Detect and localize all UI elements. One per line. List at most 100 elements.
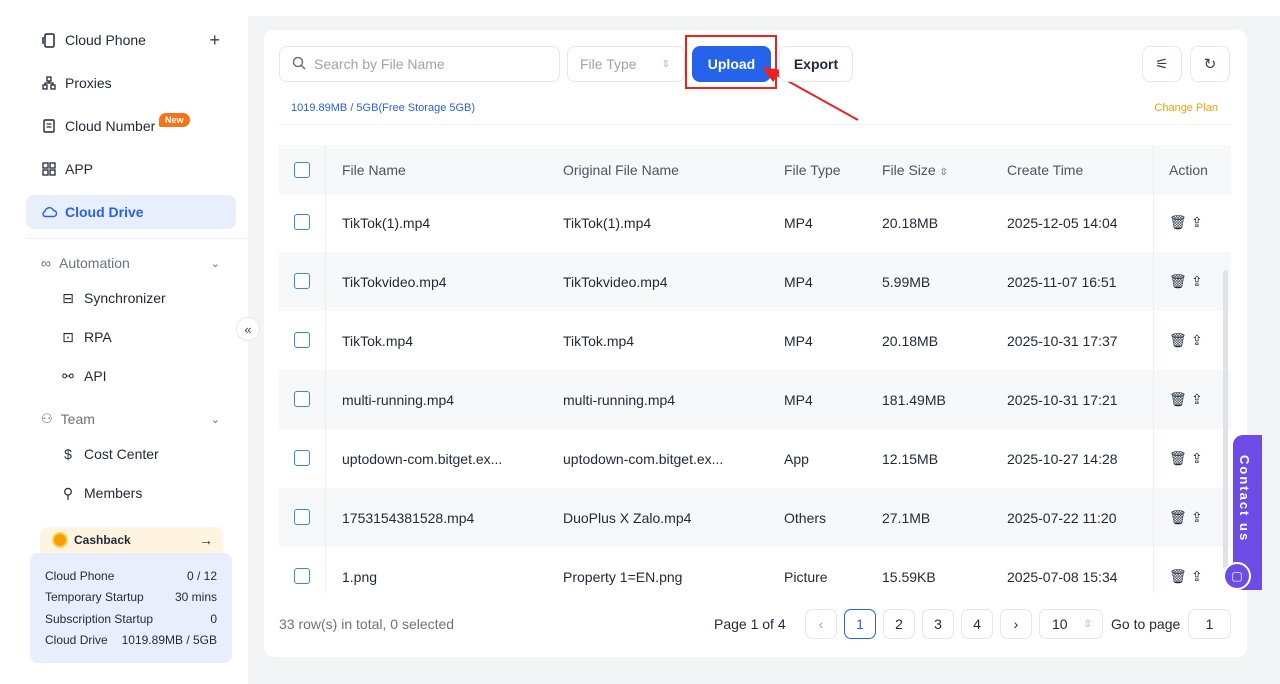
cell-file-size: 15.59KB (882, 568, 936, 585)
cell-original-name: uptodown-com.bitget.ex... (563, 450, 724, 467)
sliders-icon: ⚟ (1155, 56, 1169, 73)
cell-file-name: TikTok.mp4 (342, 332, 414, 349)
sidebar-item-api[interactable]: ⚯ API (60, 361, 106, 391)
change-plan-link[interactable]: Change Plan (1154, 102, 1218, 114)
delete-icon[interactable]: 🗑 (1169, 450, 1187, 467)
add-icon[interactable]: + (209, 30, 220, 51)
contact-us-label: Contact us (1237, 455, 1252, 543)
chat-icon[interactable]: ▢ (1223, 562, 1251, 590)
row-checkbox[interactable] (294, 273, 310, 289)
sidebar-item-proxies[interactable]: Proxies (26, 66, 236, 100)
double-chevron-left-icon: « (244, 321, 252, 337)
new-badge: New (159, 113, 190, 127)
sidebar-item-rpa[interactable]: ⊡ RPA (60, 322, 112, 352)
delete-icon[interactable]: 🗑 (1169, 332, 1187, 349)
divider (279, 124, 1231, 125)
section-team[interactable]: ⚇ Team ⌄ (26, 404, 236, 434)
select-all-checkbox[interactable] (294, 162, 310, 178)
sidebar-item-cloud-phone[interactable]: Cloud Phone + (26, 23, 236, 57)
cashback-banner[interactable]: Cashback → (40, 527, 223, 553)
sort-icon: ⇳ (939, 167, 948, 178)
page-button-2[interactable]: 2 (883, 609, 915, 639)
prev-page-button[interactable]: ‹ (805, 609, 837, 639)
table-row: TikTok(1).mp4 TikTok(1).mp4 MP4 20.18MB … (279, 193, 1231, 252)
cell-file-type: MP4 (784, 273, 813, 290)
refresh-button[interactable]: ↻ (1190, 46, 1230, 82)
cloud-upload-icon[interactable]: ⇪ (1191, 214, 1203, 231)
sidebar-item-label: APP (65, 161, 94, 177)
infinity-icon: ∞ (41, 255, 51, 271)
sidebar-item-cloud-drive[interactable]: Cloud Drive (26, 195, 236, 229)
chevron-right-icon: › (1013, 616, 1019, 632)
row-checkbox[interactable] (294, 332, 310, 348)
delete-icon[interactable]: 🗑 (1169, 391, 1187, 408)
cloud-upload-icon[interactable]: ⇪ (1191, 568, 1203, 585)
cell-create-time: 2025-07-08 15:34 (1007, 568, 1118, 585)
page-button-1[interactable]: 1 (844, 609, 876, 639)
delete-icon[interactable]: 🗑 (1169, 214, 1187, 231)
row-checkbox[interactable] (294, 450, 310, 466)
page-button-3[interactable]: 3 (922, 609, 954, 639)
delete-icon[interactable]: 🗑 (1169, 568, 1187, 585)
sidebar-item-label: Cost Center (84, 446, 159, 462)
page-indicator: Page 1 of 4 (714, 616, 786, 632)
dollar-icon: $ (64, 446, 72, 462)
delete-icon[interactable]: 🗑 (1169, 509, 1187, 526)
table-row: uptodown-com.bitget.ex... uptodown-com.b… (279, 429, 1231, 488)
sidebar-item-label: Synchronizer (84, 290, 166, 306)
section-automation[interactable]: ∞ Automation ⌄ (26, 248, 236, 278)
sidebar-item-cost-center[interactable]: $ Cost Center (60, 439, 159, 469)
cloud-upload-icon[interactable]: ⇪ (1191, 332, 1203, 349)
header-file-size[interactable]: File Size ⇳ (882, 162, 948, 178)
column-divider (325, 145, 326, 593)
table-row: TikTok.mp4 TikTok.mp4 MP4 20.18MB 2025-1… (279, 311, 1231, 370)
sidebar-item-label: RPA (84, 329, 112, 345)
cloud-upload-icon[interactable]: ⇪ (1191, 273, 1203, 290)
cell-file-size: 20.18MB (882, 214, 939, 231)
search-box[interactable] (279, 46, 560, 82)
cell-file-name: TikTok(1).mp4 (342, 214, 431, 231)
page-button-4[interactable]: 4 (961, 609, 993, 639)
cloud-upload-icon[interactable]: ⇪ (1191, 391, 1203, 408)
header-create-time: Create Time (1007, 162, 1084, 178)
sidebar-item-synchronizer[interactable]: ⊟ Synchronizer (60, 283, 166, 313)
cell-create-time: 2025-10-31 17:21 (1007, 391, 1118, 408)
search-input[interactable] (314, 56, 554, 72)
row-checkbox[interactable] (294, 568, 310, 584)
chevron-down-icon: ⌄ (210, 413, 220, 426)
goto-label: Go to page (1111, 616, 1181, 632)
sort-icon: ⇳ (1083, 618, 1092, 630)
table-scrollbar[interactable] (1223, 270, 1228, 570)
cell-file-name: TikTokvideo.mp4 (342, 273, 447, 290)
row-checkbox[interactable] (294, 509, 310, 525)
goto-page-input[interactable]: 1 (1188, 609, 1231, 639)
file-type-select[interactable]: File Type ⇳ (567, 46, 685, 82)
phone-icon (41, 32, 57, 48)
stat-row: Cloud Drive 1019.89MB / 5GB (45, 633, 217, 648)
delete-icon[interactable]: 🗑 (1169, 273, 1187, 290)
collapse-sidebar-button[interactable]: « (236, 317, 260, 341)
cloud-icon (41, 204, 57, 220)
sidebar-item-app[interactable]: APP (26, 152, 236, 186)
team-icon: ⚇ (41, 411, 53, 426)
export-button[interactable]: Export (779, 46, 853, 82)
cloud-upload-icon[interactable]: ⇪ (1191, 450, 1203, 467)
sidebar-item-members[interactable]: ⚲ Members (60, 478, 143, 508)
column-divider (1153, 145, 1154, 593)
cell-file-name: 1.png (342, 568, 378, 585)
cloud-upload-icon[interactable]: ⇪ (1191, 509, 1203, 526)
cell-create-time: 2025-10-31 17:37 (1007, 332, 1118, 349)
arrow-right-icon: → (199, 532, 213, 548)
sidebar-item-cloud-number[interactable]: Cloud Number New (26, 109, 236, 143)
cell-original-name: Property 1=EN.png (563, 568, 683, 585)
top-strip (248, 0, 1280, 16)
coin-icon (52, 532, 68, 548)
storage-usage: 1019.89MB / 5GB(Free Storage 5GB) (291, 102, 476, 114)
cell-file-size: 20.18MB (882, 332, 939, 349)
row-checkbox[interactable] (294, 214, 310, 230)
page-size-select[interactable]: 10 ⇳ (1039, 609, 1103, 639)
next-page-button[interactable]: › (1000, 609, 1032, 639)
filter-settings-button[interactable]: ⚟ (1142, 46, 1182, 82)
row-checkbox[interactable] (294, 391, 310, 407)
stat-row: Cloud Phone 0 / 12 (45, 568, 217, 583)
